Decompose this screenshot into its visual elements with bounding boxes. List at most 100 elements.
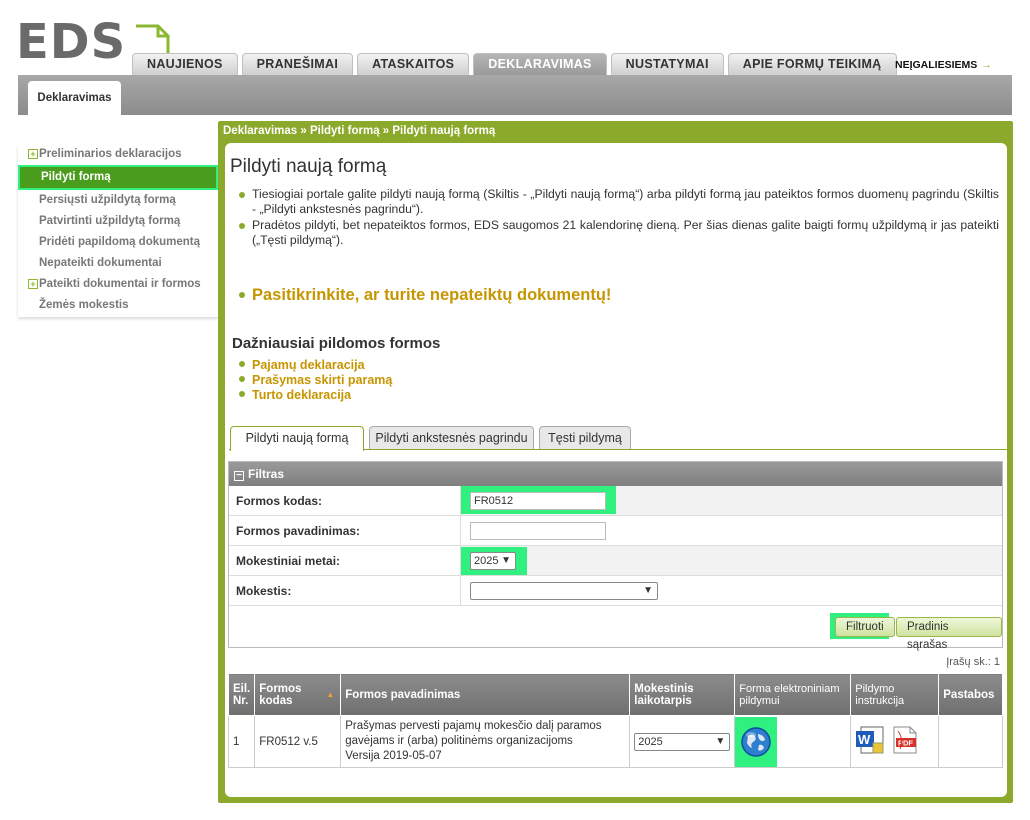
filter-header[interactable]: − Filtras — [229, 462, 1002, 486]
sort-arrow-icon: ▲ — [326, 690, 335, 699]
col-header-no: Eil. Nr. — [227, 673, 256, 716]
frequent-form-link[interactable]: Turto deklaracija — [239, 388, 351, 402]
cell-name: Prašymas pervesti pajamų mokesčio dalį p… — [340, 715, 631, 768]
filter-title: Filtras — [248, 467, 285, 481]
electronic-form-link[interactable] — [735, 716, 778, 767]
pdf-instruction-link[interactable]: PDF — [890, 725, 920, 758]
tab-previous-based[interactable]: Pildyti ankstesnės pagrindu — [369, 426, 534, 449]
table-header-row: Eil. Nr. Formos kodas ▲ Formos pavadinim… — [227, 673, 1003, 716]
sidebar-item-label: Patvirtinti užpildytą formą — [39, 215, 181, 227]
forms-table: Eil. Nr. Formos kodas ▲ Formos pavadinim… — [227, 673, 1003, 768]
record-count: Įrašų sk.: 1 — [946, 656, 1000, 668]
col-header-notes: Pastabos — [938, 673, 1003, 716]
sidebar-item-pildyti[interactable]: Pildyti formą — [18, 165, 218, 190]
collapse-icon[interactable]: − — [234, 471, 244, 481]
nav-tab-pranesimai[interactable]: PRANEŠIMAI — [241, 53, 354, 75]
plus-icon[interactable]: + — [28, 279, 38, 289]
sidebar-item-nepateikti[interactable]: Nepateikti dokumentai — [18, 253, 218, 274]
form-code-input[interactable]: FR0512 — [470, 492, 606, 510]
period-select[interactable]: 2025 ▼ — [634, 732, 731, 751]
sidebar-item-label: Persiųsti užpildytą formą — [39, 194, 176, 206]
form-version-text: Versija 2019-05-07 — [345, 750, 442, 762]
tax-year-label: Mokestiniai metai: — [229, 546, 461, 575]
col-header-name: Formos pavadinimas — [340, 673, 631, 716]
period-value: 2025 — [638, 735, 663, 748]
check-link-label: Pasitikrinkite, ar turite nepateiktų dok… — [252, 286, 612, 304]
accessibility-label: NEĮGALIESIEMS — [895, 59, 978, 71]
frequent-form-link[interactable]: Prašymas skirti paramą — [239, 373, 392, 387]
sidebar-item-persiusti[interactable]: Persiųsti užpildytą formą — [18, 190, 218, 211]
form-tabs: Pildyti naują formą Pildyti ankstesnės p… — [229, 426, 1007, 451]
globe-icon — [741, 726, 772, 757]
content-panel: Pildyti naują formą Tiesiogiai portale g… — [225, 143, 1007, 797]
cell-instructions: W PDF — [850, 715, 940, 768]
bullet-icon — [239, 376, 245, 382]
bullet-icon — [239, 361, 245, 367]
form-name-label: Formos pavadinimas: — [229, 516, 461, 545]
sidebar-item-patvirtinti[interactable]: Patvirtinti užpildytą formą — [18, 211, 218, 232]
sidebar-item-label: Pildyti formą — [41, 171, 111, 183]
sidebar-item-label: Nepateikti dokumentai — [39, 257, 162, 269]
form-code-label: Formos kodas: — [229, 486, 461, 515]
arrow-right-icon: → — [981, 59, 992, 71]
table-row: 1 FR0512 v.5 Prašymas pervesti pajamų mo… — [227, 715, 1003, 768]
reset-list-button[interactable]: Pradinis sąrašas — [896, 617, 1002, 651]
check-unsubmitted-link[interactable]: Pasitikrinkite, ar turite nepateiktų dok… — [239, 286, 611, 305]
col-header-instructions: Pildymo instrukcija — [850, 673, 940, 716]
tax-year-cell: 2025 ▼ — [461, 546, 1002, 575]
cell-code: FR0512 v.5 — [254, 715, 342, 768]
nav-tab-ataskaitos[interactable]: ATASKAITOS — [357, 53, 470, 75]
bullet-icon — [239, 192, 245, 198]
intro-text: Pradėtos pildyti, bet nepateiktos formos… — [252, 218, 999, 247]
word-document-icon: W — [856, 726, 884, 754]
plus-icon[interactable]: + — [28, 149, 38, 159]
sidebar-item-label: Žemės mokestis — [39, 299, 129, 311]
filter-row-year: Mokestiniai metai: 2025 ▼ — [229, 546, 1002, 576]
accessibility-link[interactable]: NEĮGALIESIEMS → — [895, 59, 992, 71]
cell-notes — [938, 715, 1003, 768]
form-name-cell — [461, 516, 1002, 545]
form-name-input[interactable] — [470, 522, 606, 540]
bullet-icon — [239, 223, 245, 229]
nav-tab-naujienos[interactable]: NAUJIENOS — [132, 53, 238, 75]
cell-electronic — [734, 715, 852, 768]
tax-select[interactable]: ▼ — [470, 582, 658, 600]
subtab-deklaravimas[interactable]: Deklaravimas — [28, 81, 121, 117]
tab-continue[interactable]: Tęsti pildymą — [539, 426, 631, 449]
tax-label: Mokestis: — [229, 576, 461, 605]
sidebar: + Preliminarios deklaracijos Pildyti form… — [18, 144, 218, 317]
bullet-icon — [239, 292, 245, 298]
nav-tab-nustatymai[interactable]: NUSTATYMAI — [610, 53, 724, 75]
sidebar-item-prideti[interactable]: Pridėti papildomą dokumentą — [18, 232, 218, 253]
sidebar-item-label: Pateikti dokumentai ir formos — [39, 278, 201, 290]
cell-period: 2025 ▼ — [629, 715, 736, 768]
word-instruction-link[interactable]: W — [855, 725, 887, 758]
chevron-down-icon: ▼ — [643, 585, 653, 596]
svg-text:PDF: PDF — [898, 739, 913, 748]
col-header-period: Mokestinis laikotarpis — [629, 673, 736, 716]
col-header-code[interactable]: Formos kodas ▲ — [254, 673, 342, 716]
breadcrumb: Deklaravimas » Pildyti formą » Pildyti n… — [223, 125, 496, 137]
page-title: Pildyti naują formą — [230, 156, 387, 177]
main-frame: Deklaravimas » Pildyti formą » Pildyti n… — [218, 121, 1013, 803]
filter-row-code: Formos kodas: FR0512 — [229, 486, 1002, 516]
filter-button[interactable]: Filtruoti — [835, 617, 895, 637]
tax-year-value: 2025 — [474, 555, 499, 567]
sub-nav-bar — [18, 75, 1012, 115]
frequent-form-link[interactable]: Pajamų deklaracija — [239, 358, 365, 372]
nav-tab-apie[interactable]: APIE FORMŲ TEIKIMĄ — [727, 53, 897, 75]
tax-year-select[interactable]: 2025 ▼ — [470, 552, 516, 570]
form-code-cell: FR0512 — [461, 486, 1002, 515]
intro-item: Tiesiogiai portale galite pildyti naują … — [239, 187, 999, 217]
filter-panel: − Filtras Formos kodas: FR0512 Formos pav… — [228, 461, 1003, 651]
cell-no: 1 — [227, 715, 256, 768]
tab-new-form[interactable]: Pildyti naują formą — [230, 426, 364, 451]
sidebar-item-label: Preliminarios deklaracijos — [39, 148, 182, 160]
sidebar-item-zemes[interactable]: Žemės mokestis — [18, 295, 218, 316]
sidebar-item-preliminarios[interactable]: + Preliminarios deklaracijos — [18, 144, 218, 165]
intro-text: Tiesiogiai portale galite pildyti naują … — [252, 187, 999, 216]
nav-tab-deklaravimas[interactable]: DEKLARAVIMAS — [473, 53, 607, 75]
filter-row-name: Formos pavadinimas: — [229, 516, 1002, 546]
sidebar-item-pateikti[interactable]: + Pateikti dokumentai ir formos — [18, 274, 218, 295]
sidebar-item-label: Pridėti papildomą dokumentą — [39, 236, 201, 248]
